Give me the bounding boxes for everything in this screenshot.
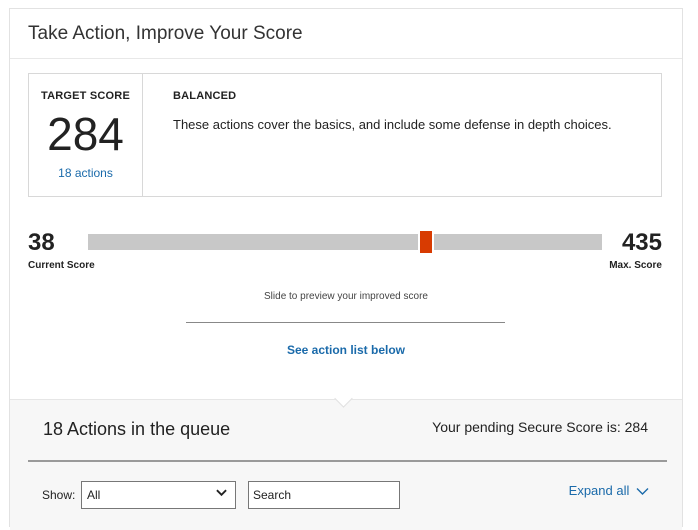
target-actions-link[interactable]: 18 actions [29, 166, 142, 180]
score-slider-thumb[interactable] [417, 231, 434, 253]
score-slider-track[interactable] [88, 231, 602, 253]
see-action-list-link: See action list below [10, 343, 682, 357]
page-title: Take Action, Improve Your Score [28, 23, 303, 44]
take-action-panel: Take Action, Improve Your Score TARGET S… [9, 8, 683, 530]
pending-score-text: Your pending Secure Score is: 284 [432, 419, 648, 435]
chevron-down-icon [216, 489, 227, 497]
target-score-card: TARGET SCORE 284 18 actions BALANCED The… [28, 73, 662, 197]
target-score-label: TARGET SCORE [41, 90, 130, 102]
current-score-value: 38 [28, 229, 55, 256]
target-score-box: TARGET SCORE 284 18 actions [29, 74, 143, 196]
queue-divider [28, 460, 667, 462]
hint-divider [186, 322, 505, 323]
plan-name: BALANCED [173, 90, 237, 102]
target-score-value: 284 [47, 108, 124, 160]
show-label: Show: [42, 488, 76, 502]
search-input[interactable] [248, 481, 400, 509]
see-action-list-link-text[interactable]: See action list below [287, 343, 405, 357]
show-filter-value: All [87, 488, 101, 502]
title-divider [10, 58, 682, 59]
plan-description: These actions cover the basics, and incl… [173, 117, 612, 132]
max-score-value: 435 [621, 229, 662, 256]
max-score-label: Max. Score [609, 260, 662, 271]
chevron-down-icon [636, 488, 649, 496]
slider-hint: Slide to preview your improved score [264, 291, 428, 302]
expand-all-label: Expand all [568, 483, 630, 498]
queue-title: 18 Actions in the queue [43, 419, 231, 439]
current-score-label: Current Score [28, 260, 95, 271]
expand-all-button[interactable]: Expand all [569, 483, 649, 498]
show-filter-select[interactable]: All [81, 481, 236, 509]
